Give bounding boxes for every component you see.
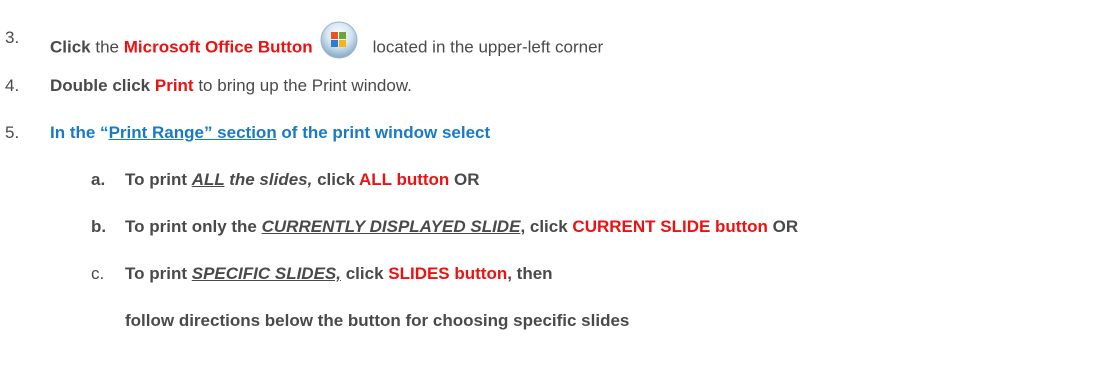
substep-part: , then [507,264,553,283]
office-button-label: Microsoft Office Button [123,37,313,57]
slides-button-label: SLIDES button [388,264,508,283]
specific-slides-emphasis: SPECIFIC SLIDES, [191,264,341,283]
substep-part: click [312,170,359,189]
substep-a: a. To print ALL the slides, click ALL bu… [91,170,1091,190]
print-window-text: to bring up the Print window. [193,76,412,95]
substep-part: , click [520,217,573,236]
step-number: 5. [5,123,20,142]
substep-part: OR [449,170,480,189]
in-the-text: In the “ [50,123,109,142]
location-text: located in the upper-left corner [372,37,604,57]
step-text: In the “Print Range” section of the prin… [50,123,490,143]
substep-part: the slides, [224,170,313,189]
substep-part: follow directions below the button for c… [125,311,630,330]
step-5: 5. In the “Print Range” section of the p… [5,123,905,143]
substep-part: To print [125,170,192,189]
step-number: 3. [5,28,20,47]
current-slide-button-label: CURRENT SLIDE button [572,217,768,236]
step-4: 4. Double click Print to bring up the Pr… [5,76,905,96]
select-text: of the print window select [276,123,491,142]
substep-letter: a. [91,170,106,189]
step-text: Double click Print to bring up the Print… [50,76,412,96]
substep-text: To print ALL the slides, click ALL butto… [125,170,480,190]
click-text: Click [50,37,91,57]
substep-c-continuation: follow directions below the button for c… [125,311,1025,331]
substep-part: To print only the [125,217,262,236]
all-button-label: ALL button [359,170,450,189]
substep-b: b. To print only the CURRENTLY DISPLAYED… [91,217,1111,237]
substep-part: OR [767,217,799,236]
print-range-text: Print Range” section [108,123,277,142]
print-label: Print [154,76,194,95]
current-slide-emphasis: CURRENTLY DISPLAYED SLIDE [261,217,521,236]
substep-letter: b. [91,217,107,236]
substep-c: c. To print SPECIFIC SLIDES, click SLIDE… [91,264,1091,284]
step-3: 3. Click the Microsoft Office Button loc… [5,18,905,59]
double-click-text: Double click [50,76,151,95]
substep-text: To print only the CURRENTLY DISPLAYED SL… [125,217,798,237]
step-text: Click the Microsoft Office Button locate… [50,21,604,68]
all-emphasis: ALL [191,170,225,189]
step-number: 4. [5,76,20,95]
substep-part: To print [125,264,192,283]
substep-letter: c. [91,264,105,283]
substep-part: click [340,264,389,283]
substep-text: To print SPECIFIC SLIDES, click SLIDES b… [125,264,553,284]
the-text: the [90,37,124,57]
office-button-icon [319,20,359,60]
